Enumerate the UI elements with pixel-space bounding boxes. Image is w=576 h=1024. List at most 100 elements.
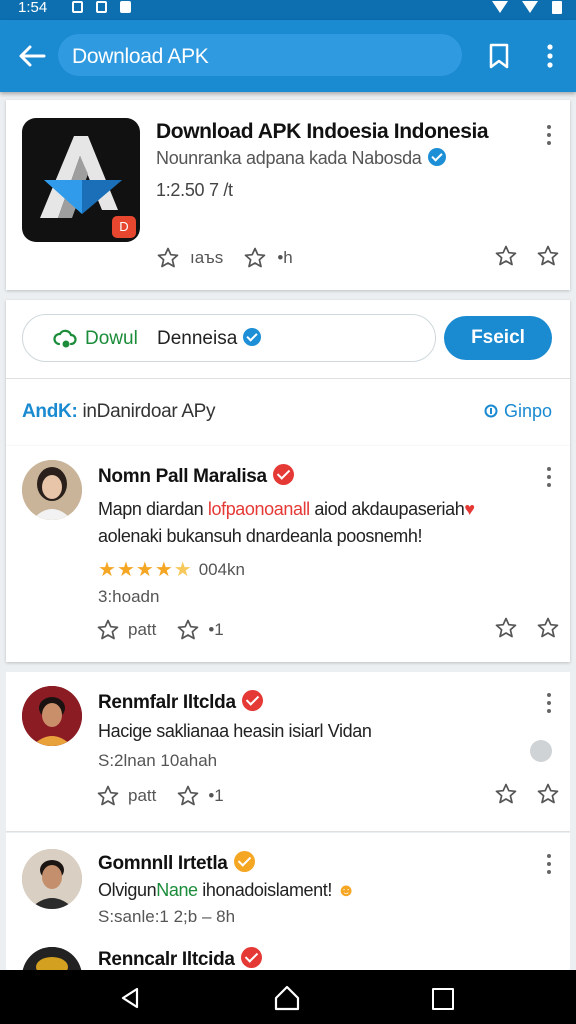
verified-badge-icon [233,851,255,872]
more-options-icon[interactable] [546,124,552,146]
like-label: patt [128,786,157,805]
share-label: •1 [208,620,224,639]
like-icon[interactable] [96,618,120,642]
more-options-icon[interactable] [546,466,552,488]
app-logo-icon[interactable]: D [22,118,140,242]
verified-icon [243,328,262,346]
nav-home-icon[interactable] [272,984,302,1012]
reviewer-name-text: Gomnnll Irtetla [98,853,228,874]
status-bar: 1:54 [0,0,576,20]
app-badge: D [112,216,136,238]
overflow-menu-icon[interactable] [540,42,560,70]
review-text: Mapn diardan lofpaonoanall aiod akdaupas… [98,496,475,550]
install-button[interactable]: Fseicl [444,316,552,360]
review-actions: patt •1 [96,618,224,642]
review-meta: 3:hoadn [98,587,160,606]
reviewer-name: Renmfalr Iltclda [98,690,263,714]
tagline-text: inDanirdoar APy [77,401,216,422]
developer-name: Nounranka adpana kada Nabosda [156,148,422,168]
review-text: OlvigunNane ihonadoislament! ☻ [98,877,356,904]
app-right-actions [494,244,560,268]
star-outline-icon[interactable] [536,244,560,268]
review-text-part: Olvigun [98,880,157,900]
reviewer-name-text: Renmfalr Iltclda [98,692,236,713]
review-text-part: Mapn diardan [98,499,208,519]
reviewer-name-text: Nomn Pall Maralisa [98,466,267,487]
star-filled-icon: ★ [116,559,135,581]
app-title: Download APK Indoesia Indonesia [156,120,489,143]
review-item: Renmfalr Iltclda Hacige saklianaa heasin… [6,672,570,832]
app-developer[interactable]: Nounranka adpana kada Nabosda [156,148,446,169]
app-actions: ıaъs •h [156,246,293,270]
nav-recents-icon[interactable] [432,988,454,1010]
search-field[interactable]: Download APK [58,34,462,76]
share-label: •h [277,248,293,267]
more-options-icon[interactable] [546,692,552,714]
back-arrow-icon[interactable] [14,40,50,72]
star-outline-icon[interactable] [536,616,560,640]
like-icon[interactable] [96,784,120,808]
review-right-actions [494,616,560,640]
review-text-part: ihonadoislament! [197,880,332,900]
divider [6,378,570,379]
bookmark-icon[interactable] [486,42,512,70]
app-info-card: D Download APK Indoesia Indonesia Nounra… [6,100,570,290]
app-bar: Download APK [0,20,576,92]
reviewer-name: Gomnnll Irtetla [98,851,255,875]
star-outline-icon[interactable] [176,618,200,642]
review-text-highlight: Nane [156,880,198,900]
star-outline-icon[interactable] [176,784,200,808]
verified-badge-icon [241,690,263,711]
verified-badge-icon [272,464,294,485]
heart-icon: ♥ [464,499,475,519]
emoji-icon: ☻ [336,880,356,900]
notification-icon [96,1,107,13]
like-icon[interactable] [156,246,180,270]
notification-icon [120,1,131,13]
sim-icon [72,1,83,13]
tagline-prefix: AndK: [22,401,78,422]
reviewer-name: Renncalr Iltcida [98,947,262,970]
review-rating: ★ ★ ★ ★ ★ 004kn [98,560,245,580]
avatar[interactable] [22,849,82,909]
more-options-icon[interactable] [546,853,552,875]
review-text-line2: aolenaki bukansuh dnardeanla poosnemh! [98,526,423,546]
like-label: ıaъs [190,248,224,267]
star-outline-icon[interactable] [494,782,518,806]
compare-icon [484,404,498,418]
signal-icon [522,1,538,13]
download-label: Dowul [85,328,138,349]
verified-icon [427,148,446,166]
star-filled-icon: ★ [135,559,154,581]
star-filled-icon: ★ [98,559,116,581]
system-nav-bar [0,970,576,1024]
info-icon[interactable] [530,740,552,762]
compare-link[interactable]: Ginpo [483,401,552,422]
tagline: AndK: inDanirdoar APy [22,401,216,423]
cloud-download-icon [53,329,77,348]
share-label: •1 [208,786,224,805]
rating-count: 004kn [198,560,246,579]
star-filled-icon: ★ [154,559,173,581]
download-name-text: Denneisa [157,328,238,349]
review-meta: S:2lnan 10ahah [98,751,218,770]
review-item: Gomnnll Irtetla OlvigunNane ihonadoislam… [6,833,570,935]
avatar[interactable] [22,686,82,746]
avatar[interactable] [22,947,82,970]
download-button[interactable]: Dowul Denneisa [22,314,436,362]
download-card: Dowul Denneisa Fseicl AndK: inDanirdoar … [6,300,570,446]
avatar[interactable] [22,460,82,520]
review-text-part: aiod akdaupaseriah [309,499,465,519]
star-outline-icon[interactable] [494,616,518,640]
like-label: patt [128,620,157,639]
review-item: Renncalr Iltcida [6,935,570,970]
star-outline-icon[interactable] [494,244,518,268]
wifi-icon [492,1,508,13]
review-item: Nomn Pall Maralisa Mapn diardan lofpaono… [6,446,570,662]
verified-badge-icon [240,947,262,968]
star-outline-icon[interactable] [243,246,267,270]
status-time: 1:54 [18,0,48,16]
star-outline-icon[interactable] [536,782,560,806]
nav-back-icon[interactable] [118,986,142,1010]
star-half-icon: ★ [173,559,192,581]
